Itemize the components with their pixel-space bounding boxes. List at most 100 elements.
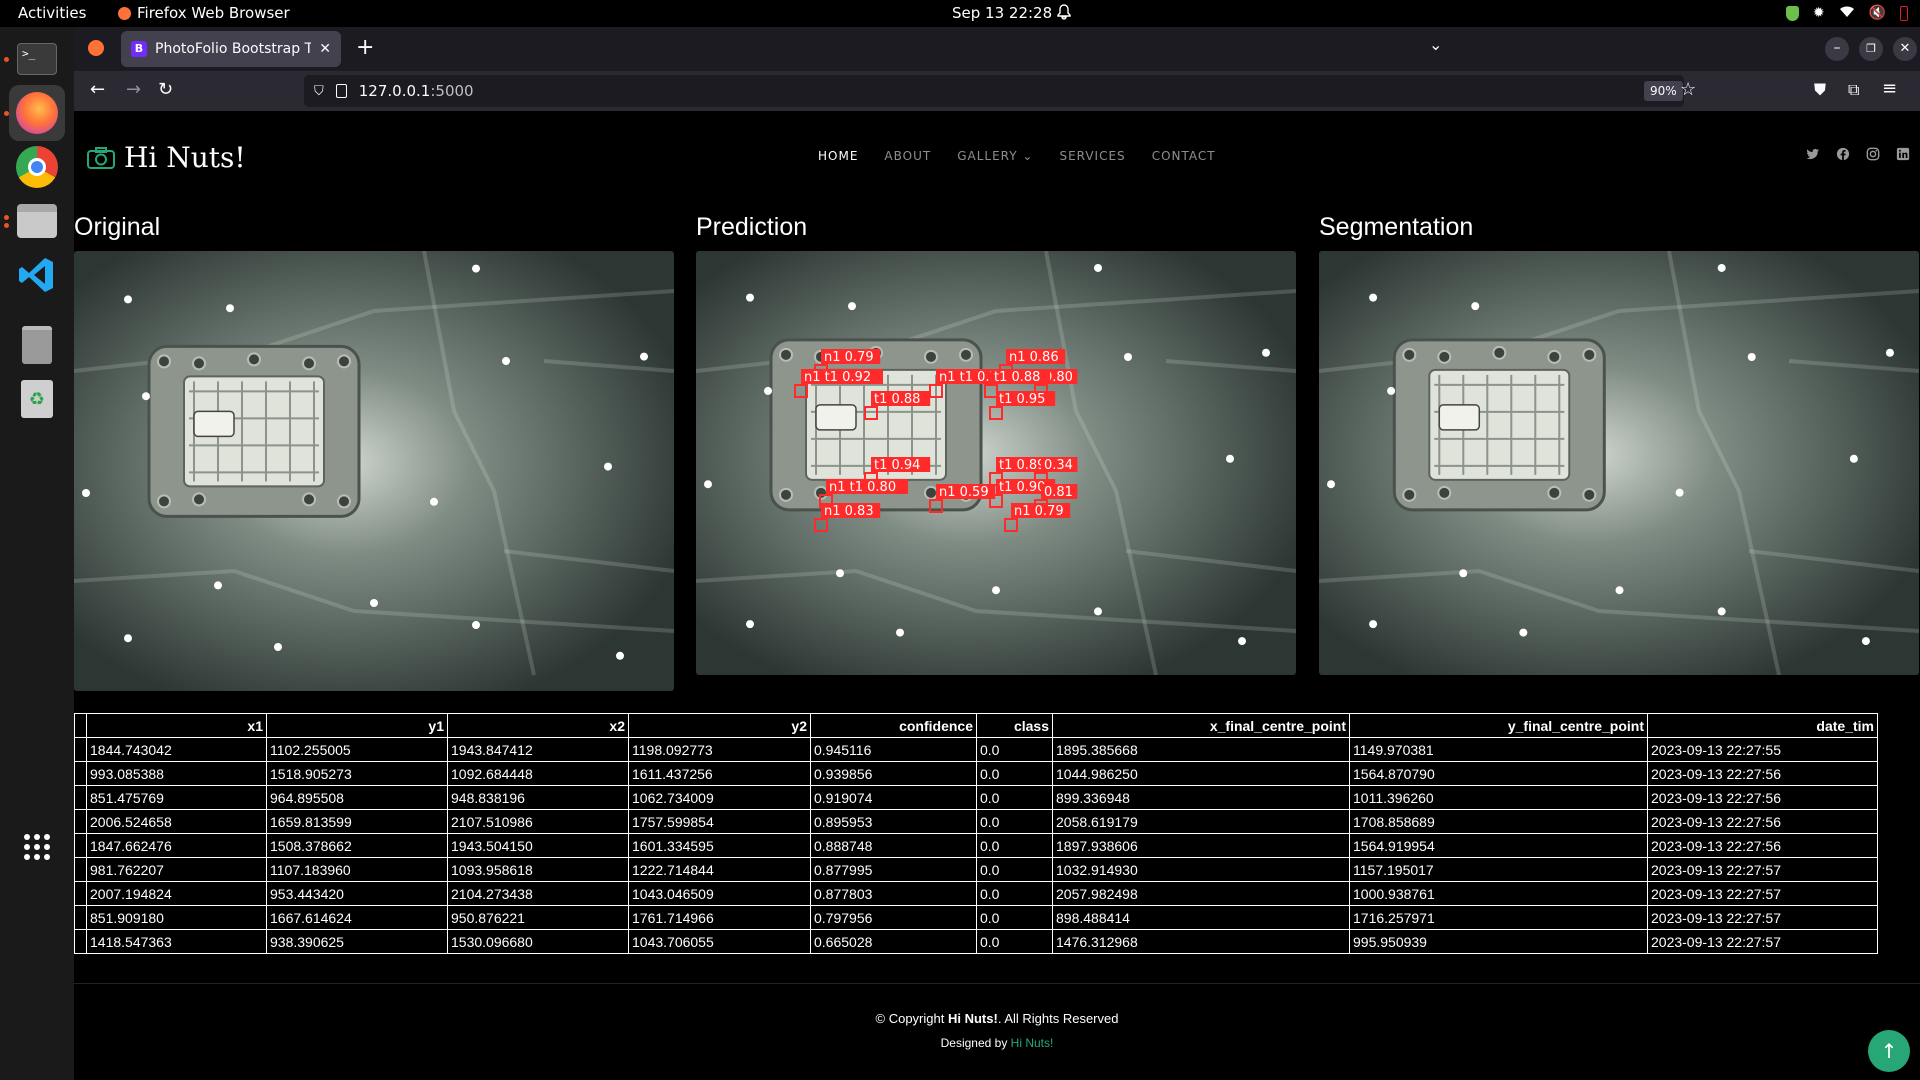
volume-muted-icon[interactable]: 🔇 — [1869, 5, 1886, 21]
menu-home[interactable]: HOME — [818, 149, 858, 163]
terminal-icon: >_ — [17, 43, 57, 75]
column-header: x2 — [447, 713, 629, 738]
dock-chrome[interactable] — [9, 139, 65, 195]
table-cell: 2023-09-13 22:27:56 — [1647, 785, 1878, 810]
brightness-icon[interactable]: ✹ — [1813, 5, 1825, 21]
show-apps-button[interactable] — [9, 819, 65, 875]
firefox-icon — [16, 92, 58, 134]
original-image — [74, 251, 674, 691]
column-header: x1 — [86, 713, 267, 738]
list-tabs-chevron-icon[interactable]: ⌄ — [1429, 35, 1442, 54]
firefox-icon — [118, 6, 131, 20]
reload-icon[interactable]: ↻ — [158, 79, 173, 100]
menu-about[interactable]: ABOUT — [884, 149, 931, 163]
firefox-view-icon[interactable] — [88, 40, 104, 56]
table-cell: 1564.870790 — [1349, 761, 1648, 786]
shield-tracking-icon[interactable]: ⛉ — [314, 84, 324, 99]
bell-icon[interactable] — [1057, 4, 1071, 24]
table-cell: 1107.183960 — [266, 857, 448, 882]
tab-bar: B PhotoFolio Bootstrap Te ✕ + ⌄ – ❐ ✕ — [74, 27, 1920, 71]
dock-firefox[interactable] — [9, 85, 65, 141]
dock-trash[interactable]: ♻ — [9, 371, 65, 427]
column-header: x_final_centre_point — [1052, 713, 1350, 738]
bookmark-star-icon[interactable]: ☆ — [1680, 79, 1696, 100]
trash-icon: ♻ — [21, 380, 53, 418]
facebook-icon[interactable] — [1836, 147, 1850, 161]
battery-icon[interactable] — [1900, 5, 1908, 21]
menu-contact[interactable]: CONTACT — [1152, 149, 1216, 163]
minimize-button[interactable]: – — [1825, 37, 1849, 61]
page-icon[interactable] — [335, 84, 347, 98]
table-cell: 0.877803 — [810, 881, 977, 906]
close-window-button[interactable]: ✕ — [1893, 37, 1917, 61]
twitter-icon[interactable] — [1806, 147, 1820, 161]
table-cell: 1149.970381 — [1349, 737, 1648, 762]
url-port: :5000 — [430, 82, 474, 100]
table-cell: 2023-09-13 22:27:57 — [1647, 857, 1878, 882]
table-row: 851.475769 964.895508 948.838196 1062.73400… — [74, 785, 1878, 810]
svg-text:t1 0.90: t1 0.90 — [999, 480, 1045, 495]
hamburger-menu-icon[interactable]: ≡ — [1882, 78, 1897, 99]
column-header: confidence — [810, 713, 977, 738]
column-header: date_tim — [1647, 713, 1878, 738]
back-arrow-icon[interactable]: ← — [90, 79, 105, 100]
table-cell: 993.085388 — [86, 761, 267, 786]
menu-gallery[interactable]: GALLERY ⌄ — [957, 149, 1033, 163]
copyright-suffix: . All Rights Reserved — [997, 1011, 1119, 1026]
row-index-cell — [74, 761, 87, 786]
table-row: 2006.524658 1659.813599 2107.510986 1757.59… — [74, 809, 1878, 834]
new-tab-button[interactable]: + — [356, 35, 374, 60]
table-cell: 0.939856 — [810, 761, 977, 786]
close-tab-icon[interactable]: ✕ — [319, 41, 331, 57]
dock-app-grid-item[interactable] — [9, 317, 65, 373]
table-row: 993.085388 1518.905273 1092.684448 1611.437… — [74, 761, 1878, 786]
system-tray[interactable]: ✹ 🔇 — [1785, 4, 1908, 22]
clock[interactable]: Sep 13 22:28 — [952, 4, 1052, 22]
table-cell: 0.665028 — [810, 929, 977, 954]
table-cell: 1943.504150 — [447, 833, 629, 858]
table-cell: 851.909180 — [86, 905, 267, 930]
table-cell: 0.945116 — [810, 737, 977, 762]
system-top-bar: Activities Firefox Web Browser Sep 13 22… — [0, 0, 1920, 27]
pocket-icon[interactable]: ⛊ — [1814, 80, 1826, 100]
dock-files[interactable] — [9, 193, 65, 249]
table-cell: 0.0 — [976, 857, 1053, 882]
table-cell: 1011.396260 — [1349, 785, 1648, 810]
url-bar[interactable]: ⛉ 127.0.0.1 :5000 90% ☆ — [304, 75, 1696, 107]
shield-icon[interactable] — [1785, 5, 1799, 21]
site-logo[interactable]: Hi Nuts! — [86, 141, 246, 174]
menu-services[interactable]: SERVICES — [1059, 149, 1125, 163]
table-cell: 0.0 — [976, 929, 1053, 954]
wifi-icon[interactable] — [1839, 4, 1855, 22]
tab-photofolio[interactable]: B PhotoFolio Bootstrap Te ✕ — [121, 31, 341, 67]
maximize-button[interactable]: ❐ — [1859, 37, 1883, 61]
main-menu: HOME ABOUT GALLERY ⌄ SERVICES CONTACT — [818, 149, 1216, 163]
designed-prefix: Designed by — [940, 1036, 1011, 1050]
instagram-icon[interactable] — [1866, 147, 1880, 161]
prediction-title: Prediction — [696, 213, 808, 241]
table-cell: 2104.273438 — [447, 881, 629, 906]
table-cell: 2057.982498 — [1052, 881, 1350, 906]
activities-button[interactable]: Activities — [18, 4, 86, 22]
table-cell: 0.0 — [976, 905, 1053, 930]
navigation-toolbar: ← → ↻ ⛉ 127.0.0.1 :5000 90% ☆ ⛊ ⧉ ≡ — [74, 71, 1920, 111]
linkedin-icon[interactable] — [1896, 147, 1910, 161]
vscode-icon — [19, 258, 53, 292]
table-cell: 0.797956 — [810, 905, 977, 930]
table-cell: 2023-09-13 22:27:56 — [1647, 809, 1878, 834]
tab-title: PhotoFolio Bootstrap Te — [155, 41, 312, 57]
designed-by: Designed by Hi Nuts! — [74, 1036, 1920, 1050]
app-menu[interactable]: Firefox Web Browser — [118, 4, 290, 22]
table-cell: 0.0 — [976, 761, 1053, 786]
scroll-top-button[interactable]: ↑ — [1868, 1030, 1910, 1072]
svg-text:n1 0.86: n1 0.86 — [1009, 350, 1059, 365]
table-cell: 2023-09-13 22:27:57 — [1647, 929, 1878, 954]
extensions-icon[interactable]: ⧉ — [1848, 80, 1859, 100]
table-cell: 1611.437256 — [628, 761, 811, 786]
dock-terminal[interactable]: >_ — [9, 31, 65, 87]
dock-vscode[interactable] — [9, 247, 65, 303]
designed-by-link[interactable]: Hi Nuts! — [1011, 1036, 1054, 1050]
zoom-level[interactable]: 90% — [1644, 81, 1683, 101]
forward-arrow-icon[interactable]: → — [126, 79, 141, 100]
row-index-cell — [74, 785, 87, 810]
